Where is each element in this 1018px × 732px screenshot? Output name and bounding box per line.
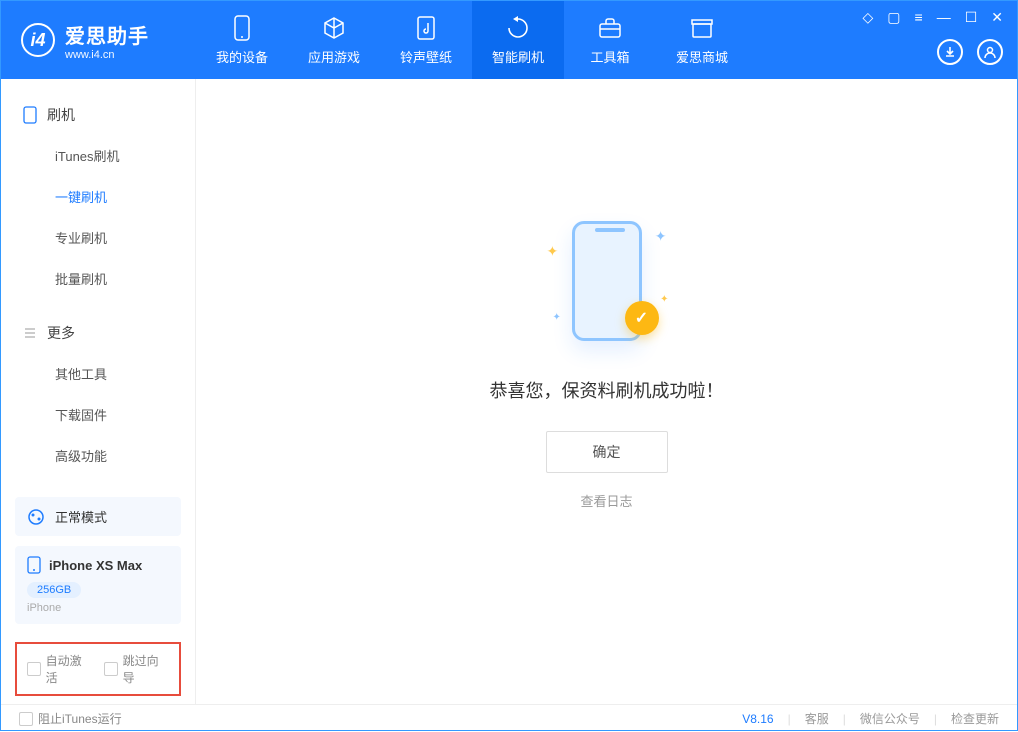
sparkle-icon: ✦: [660, 294, 668, 305]
options-box: 自动激活 跳过向导: [15, 642, 181, 696]
device-mode-card[interactable]: 正常模式: [15, 497, 181, 536]
tab-label: 智能刷机: [492, 47, 544, 66]
mode-icon: [27, 508, 45, 526]
wechat-link[interactable]: 微信公众号: [860, 710, 920, 727]
menu-icon[interactable]: ≡: [915, 9, 923, 26]
view-log-link[interactable]: 查看日志: [580, 491, 632, 510]
store-icon: [689, 15, 715, 41]
note-icon[interactable]: ▢: [887, 9, 900, 26]
device-mode-label: 正常模式: [55, 507, 107, 526]
nav-tabs: 我的设备 应用游戏 铃声壁纸 智能刷机 工具箱 爱思商城: [196, 1, 748, 79]
sidebar-item-batch-flash[interactable]: 批量刷机: [1, 258, 195, 299]
tab-label: 我的设备: [216, 47, 268, 66]
sidebar-item-one-click-flash[interactable]: 一键刷机: [1, 176, 195, 217]
app-subtitle: www.i4.cn: [65, 49, 149, 61]
sidebar-item-download-firmware[interactable]: 下载固件: [1, 394, 195, 435]
device-info-card[interactable]: iPhone XS Max 256GB iPhone: [15, 546, 181, 624]
shirt-icon[interactable]: ◇: [863, 9, 874, 26]
sidebar-group-more: 更多: [1, 313, 195, 353]
checkbox-label: 自动激活: [46, 652, 92, 686]
tab-my-device[interactable]: 我的设备: [196, 1, 288, 79]
minimize-button[interactable]: —: [937, 9, 951, 26]
tab-label: 工具箱: [590, 47, 629, 66]
ok-button[interactable]: 确定: [546, 431, 668, 473]
checkbox-label: 跳过向导: [123, 652, 169, 686]
list-icon: [23, 326, 37, 340]
check-icon: ✓: [625, 301, 659, 335]
user-button[interactable]: [977, 39, 1003, 65]
tab-apps-games[interactable]: 应用游戏: [288, 1, 380, 79]
tab-label: 铃声壁纸: [400, 47, 452, 66]
maximize-button[interactable]: ☐: [965, 9, 978, 26]
footer: 阻止iTunes运行 V8.16 | 客服 | 微信公众号 | 检查更新: [1, 704, 1017, 732]
group-label: 刷机: [47, 105, 75, 125]
block-itunes-checkbox[interactable]: 阻止iTunes运行: [19, 710, 122, 727]
sidebar-item-pro-flash[interactable]: 专业刷机: [1, 217, 195, 258]
update-link[interactable]: 检查更新: [951, 710, 999, 727]
phone-icon: [23, 106, 37, 124]
download-button[interactable]: [937, 39, 963, 65]
main-content: ✦ ✦ ✦ ✦ ✓ 恭喜您，保资料刷机成功啦！ 确定 查看日志: [196, 79, 1017, 704]
storage-badge: 256GB: [27, 582, 81, 598]
phone-icon: [27, 556, 41, 574]
device-type-label: iPhone: [27, 602, 169, 614]
version-label: V8.16: [742, 712, 773, 726]
success-message: 恭喜您，保资料刷机成功啦！: [490, 377, 724, 403]
sparkle-icon: ✦: [655, 228, 667, 245]
tab-label: 应用游戏: [308, 47, 360, 66]
close-button[interactable]: ✕: [991, 9, 1003, 26]
support-link[interactable]: 客服: [805, 710, 829, 727]
skip-guide-checkbox[interactable]: 跳过向导: [104, 652, 169, 686]
app-header: i4 爱思助手 www.i4.cn 我的设备 应用游戏 铃声壁纸 智能刷机 工具…: [1, 1, 1017, 79]
logo-area: i4 爱思助手 www.i4.cn: [1, 20, 196, 61]
sidebar-group-flash: 刷机: [1, 95, 195, 135]
sparkle-icon: ✦: [553, 312, 561, 323]
device-name-label: iPhone XS Max: [49, 558, 142, 573]
group-label: 更多: [47, 323, 75, 343]
tab-ringtones[interactable]: 铃声壁纸: [380, 1, 472, 79]
logo-icon: i4: [21, 23, 55, 57]
checkbox-label: 阻止iTunes运行: [38, 710, 122, 727]
toolbox-icon: [597, 15, 623, 41]
tab-store[interactable]: 爱思商城: [656, 1, 748, 79]
window-controls: ◇ ▢ ≡ — ☐ ✕: [863, 9, 1003, 26]
auto-activate-checkbox[interactable]: 自动激活: [27, 652, 92, 686]
tab-smart-flash[interactable]: 智能刷机: [472, 1, 564, 79]
phone-icon: [229, 15, 255, 41]
sparkle-icon: ✦: [547, 243, 559, 260]
sidebar-item-itunes-flash[interactable]: iTunes刷机: [1, 135, 195, 176]
tab-toolbox[interactable]: 工具箱: [564, 1, 656, 79]
sidebar-item-advanced[interactable]: 高级功能: [1, 435, 195, 476]
sidebar-item-other-tools[interactable]: 其他工具: [1, 353, 195, 394]
sidebar: 刷机 iTunes刷机 一键刷机 专业刷机 批量刷机 更多 其他工具 下载固件 …: [1, 79, 196, 704]
music-file-icon: [413, 15, 439, 41]
tab-label: 爱思商城: [676, 47, 728, 66]
app-title: 爱思助手: [65, 20, 149, 49]
cube-icon: [321, 15, 347, 41]
refresh-shield-icon: [505, 15, 531, 41]
success-illustration: ✦ ✦ ✦ ✦ ✓: [527, 213, 687, 353]
